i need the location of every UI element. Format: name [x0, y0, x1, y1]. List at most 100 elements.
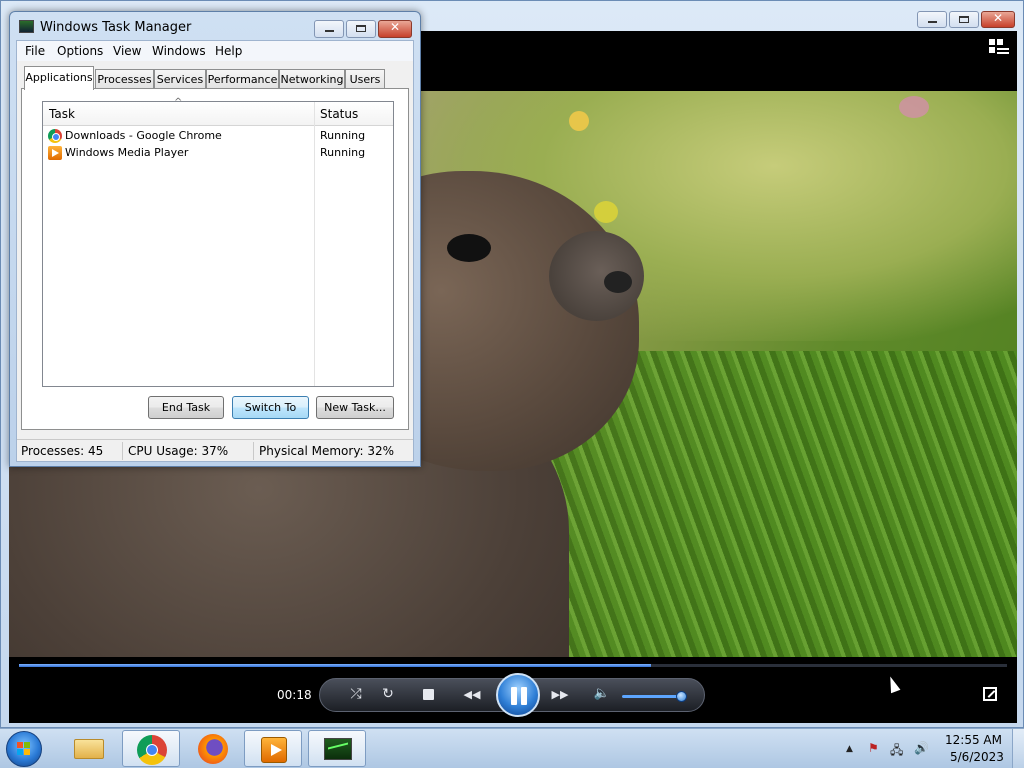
tab-networking[interactable]: Networking: [279, 69, 345, 89]
task-name: Windows Media Player: [65, 146, 189, 159]
mute-button[interactable]: 🔈: [590, 686, 614, 701]
task-list[interactable]: ^ Task Status Downloads - Google Chrome …: [42, 97, 394, 387]
tab-users[interactable]: Users: [345, 69, 385, 89]
task-manager-client: File Options View Windows Help Applicati…: [16, 40, 414, 462]
volume-level: [622, 695, 682, 698]
status-separator: [122, 442, 123, 460]
firefox-icon: [198, 734, 228, 764]
status-bar: Processes: 45 CPU Usage: 37% Physical Me…: [17, 439, 413, 461]
process-count: Processes: 45: [21, 444, 104, 458]
window-title: Windows Task Manager: [40, 20, 192, 35]
stop-button[interactable]: [416, 686, 440, 703]
volume-handle[interactable]: [676, 691, 687, 702]
maximize-button[interactable]: [346, 20, 376, 38]
tab-services[interactable]: Services: [154, 69, 206, 89]
task-manager-titlebar[interactable]: Windows Task Manager ✕: [10, 12, 420, 40]
table-row[interactable]: Windows Media Player Running: [45, 145, 391, 162]
close-button[interactable]: ✕: [378, 20, 412, 38]
column-header-task[interactable]: Task: [49, 107, 75, 121]
marmot-eye: [447, 234, 491, 262]
column-header-status[interactable]: Status: [320, 107, 358, 121]
minimize-button[interactable]: [314, 20, 344, 38]
media-player-caption-buttons: ✕: [917, 11, 1015, 28]
tab-processes[interactable]: Processes: [95, 69, 154, 89]
chrome-icon: [137, 735, 167, 765]
task-status: Running: [320, 146, 366, 159]
end-task-button[interactable]: End Task: [148, 396, 224, 419]
close-icon: ✕: [992, 11, 1004, 25]
action-center-icon[interactable]: ⚑: [868, 741, 879, 755]
next-button[interactable]: ▶▶: [546, 688, 574, 701]
flower: [899, 96, 929, 118]
flower: [569, 111, 589, 131]
windows-media-player-icon: [48, 146, 62, 160]
marmot-nose: [604, 271, 632, 293]
switch-to-library-icon[interactable]: [989, 39, 1009, 55]
volume-slider[interactable]: [622, 691, 687, 702]
sort-ascending-icon: ^: [174, 97, 183, 108]
show-hidden-icons-icon[interactable]: ▲: [846, 744, 853, 754]
tab-applications[interactable]: Applications: [24, 66, 94, 90]
taskbar: ▲ ⚑ 🖧 🔊 12:55 AM 5/6/2023: [0, 728, 1024, 768]
close-button[interactable]: ✕: [981, 11, 1015, 28]
taskbar-google-chrome[interactable]: [122, 730, 180, 767]
taskbar-firefox[interactable]: [184, 730, 242, 767]
menu-help[interactable]: Help: [215, 44, 242, 58]
speaker-icon: 🔈: [593, 686, 611, 701]
taskbar-task-manager[interactable]: [308, 730, 366, 767]
physical-memory: Physical Memory: 32%: [259, 444, 395, 458]
clock-time[interactable]: 12:55 AM: [945, 733, 1002, 747]
playback-controls: ⤮ ↻ ◀◀ ▶▶ 🔈: [319, 673, 705, 717]
taskbar-windows-media-player[interactable]: [244, 730, 302, 767]
clock-date[interactable]: 5/6/2023: [950, 750, 1004, 764]
minimize-icon: [928, 21, 937, 23]
task-manager-icon: [19, 20, 34, 33]
minimize-button[interactable]: [917, 11, 947, 28]
new-task-button[interactable]: New Task...: [316, 396, 394, 419]
pause-icon: [521, 687, 527, 705]
previous-button[interactable]: ◀◀: [458, 688, 486, 701]
seek-bar-progress: [19, 664, 651, 667]
maximize-icon: [356, 25, 366, 32]
minimize-icon: [325, 30, 334, 32]
next-icon: ▶▶: [551, 688, 569, 701]
network-icon[interactable]: 🖧: [890, 741, 903, 762]
menu-file[interactable]: File: [25, 44, 45, 58]
folder-icon: [74, 739, 104, 759]
seek-bar[interactable]: [19, 664, 1007, 667]
menu-bar: File Options View Windows Help: [17, 41, 413, 61]
chrome-icon: [48, 129, 62, 143]
switch-to-button[interactable]: Switch To: [232, 396, 309, 419]
start-button[interactable]: [6, 731, 42, 767]
menu-windows[interactable]: Windows: [152, 44, 206, 58]
stop-icon: [422, 689, 434, 700]
windows-logo-icon: [17, 742, 31, 756]
pause-icon: [511, 687, 517, 705]
volume-icon[interactable]: 🔊: [914, 741, 929, 755]
shuffle-button[interactable]: ⤮: [344, 686, 368, 702]
windows-media-player-icon: [261, 737, 287, 763]
status-separator: [253, 442, 254, 460]
maximize-icon: [959, 16, 969, 23]
task-status: Running: [320, 129, 366, 142]
cpu-usage: CPU Usage: 37%: [128, 444, 229, 458]
fullscreen-icon[interactable]: [983, 687, 997, 701]
task-manager-caption-buttons: ✕: [314, 20, 412, 38]
table-row[interactable]: Downloads - Google Chrome Running: [45, 128, 391, 145]
close-icon: ✕: [389, 20, 401, 34]
task-manager-window: Windows Task Manager ✕ File Options View…: [9, 11, 421, 467]
taskbar-windows-explorer[interactable]: [60, 730, 118, 767]
elapsed-time: 00:18: [277, 688, 312, 702]
maximize-button[interactable]: [949, 11, 979, 28]
task-manager-icon: [324, 738, 352, 760]
pause-button[interactable]: [496, 673, 540, 717]
menu-view[interactable]: View: [113, 44, 141, 58]
tab-strip: Applications Processes Services Performa…: [17, 66, 413, 90]
tab-performance[interactable]: Performance: [206, 69, 279, 89]
flower: [594, 201, 618, 223]
show-desktop-button[interactable]: [1012, 729, 1024, 768]
repeat-button[interactable]: ↻: [376, 686, 400, 702]
menu-options[interactable]: Options: [57, 44, 103, 58]
previous-icon: ◀◀: [463, 688, 481, 701]
task-name: Downloads - Google Chrome: [65, 129, 222, 142]
